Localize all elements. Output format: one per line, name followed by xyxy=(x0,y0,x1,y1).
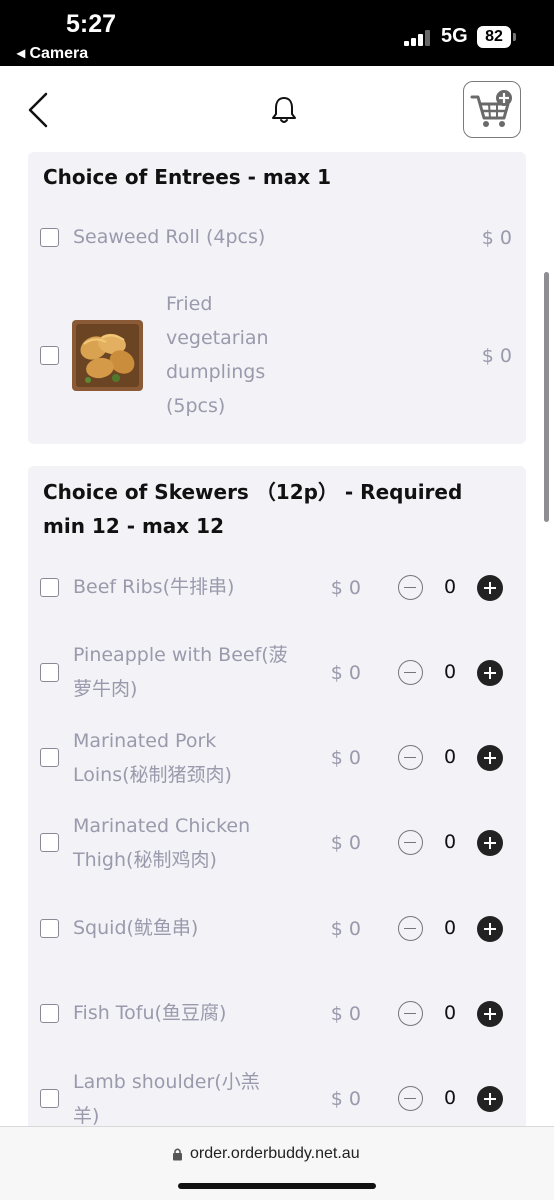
skewer-price: $ 0 xyxy=(330,1003,361,1025)
bell-icon xyxy=(272,97,296,123)
dumplings-image xyxy=(72,320,143,391)
increase-qty-button[interactable] xyxy=(477,660,503,686)
notifications-button[interactable] xyxy=(268,94,300,126)
item-name-line-2: vegetarian xyxy=(166,327,269,349)
back-button[interactable] xyxy=(22,90,56,130)
skewer-checkbox[interactable] xyxy=(40,748,59,767)
item-name-line-4: (5pcs) xyxy=(166,395,226,417)
entrees-title: Choice of Entrees - max 1 xyxy=(43,165,331,189)
skewer-row[interactable]: Squid(鱿鱼串) $ 0 0 xyxy=(28,911,526,947)
skewer-row[interactable]: Pineapple with Beef(菠 萝牛肉) $ 0 0 xyxy=(28,638,526,706)
chevron-left-icon xyxy=(28,92,48,128)
skewer-name: Beef Ribs(牛排串) xyxy=(73,576,235,598)
skewer-row[interactable]: Marinated Chicken Thigh(秘制鸡肉) $ 0 0 xyxy=(28,809,526,877)
status-bar: 5:27 ◂ Camera 5G 82 xyxy=(0,0,554,66)
skewer-qty: 0 xyxy=(443,661,457,683)
skewer-name-line-1: Lamb shoulder(小羔 xyxy=(73,1071,260,1093)
decrease-qty-button[interactable] xyxy=(398,830,423,855)
skewer-qty: 0 xyxy=(443,1002,457,1024)
item-name: Seaweed Roll (4pcs) xyxy=(73,226,266,248)
item-price: $ 0 xyxy=(481,227,512,249)
skewer-qty: 0 xyxy=(443,917,457,939)
decrease-qty-button[interactable] xyxy=(398,575,423,600)
status-time: 5:27 xyxy=(66,10,117,38)
url-text[interactable]: order.orderbuddy.net.au xyxy=(190,1145,360,1163)
cart-add-icon xyxy=(470,90,512,127)
skewer-price: $ 0 xyxy=(330,1088,361,1110)
skewers-title-line-1: Choice of Skewers （12p） - Required xyxy=(43,480,463,504)
skewer-row[interactable]: Fish Tofu(鱼豆腐) $ 0 0 xyxy=(28,996,526,1032)
seaweed-roll-checkbox[interactable] xyxy=(40,228,59,247)
increase-qty-button[interactable] xyxy=(477,745,503,771)
skewer-row[interactable]: Lamb shoulder(小羔 羊) $ 0 0 xyxy=(28,1065,526,1133)
skewer-price: $ 0 xyxy=(330,918,361,940)
item-price: $ 0 xyxy=(481,345,512,367)
skewer-name-line-1: Pineapple with Beef(菠 xyxy=(73,644,288,666)
skewer-checkbox[interactable] xyxy=(40,919,59,938)
page-scrollbar[interactable] xyxy=(544,272,549,522)
skewer-name: Squid(鱿鱼串) xyxy=(73,917,199,939)
cart-button[interactable] xyxy=(463,81,521,138)
decrease-qty-button[interactable] xyxy=(398,1086,423,1111)
battery-tip xyxy=(513,33,516,41)
browser-url-bar[interactable]: order.orderbuddy.net.au xyxy=(0,1126,554,1200)
entrees-card: Choice of Entrees - max 1 Seaweed Roll (… xyxy=(28,152,526,444)
skewer-checkbox[interactable] xyxy=(40,1004,59,1023)
skewer-checkbox[interactable] xyxy=(40,578,59,597)
skewer-qty: 0 xyxy=(443,576,457,598)
skewer-price: $ 0 xyxy=(330,832,361,854)
skewer-price: $ 0 xyxy=(330,747,361,769)
item-name-line-3: dumplings xyxy=(166,361,266,383)
battery-icon: 82 xyxy=(477,26,511,48)
skewers-title-line-2: min 12 - max 12 xyxy=(43,514,224,538)
skewer-checkbox[interactable] xyxy=(40,1089,59,1108)
entree-row-seaweed-roll[interactable]: Seaweed Roll (4pcs) $ 0 xyxy=(28,220,526,256)
increase-qty-button[interactable] xyxy=(477,1001,503,1027)
back-to-camera-link[interactable]: ◂ Camera xyxy=(17,43,88,63)
decrease-qty-button[interactable] xyxy=(398,1001,423,1026)
skewer-qty: 0 xyxy=(443,746,457,768)
decrease-qty-button[interactable] xyxy=(398,916,423,941)
skewer-name-line-1: Marinated Chicken xyxy=(73,815,251,837)
increase-qty-button[interactable] xyxy=(477,916,503,942)
decrease-qty-button[interactable] xyxy=(398,660,423,685)
entree-row-fried-dumplings[interactable]: Fried vegetarian dumplings (5pcs) $ 0 xyxy=(28,287,526,425)
skewer-checkbox[interactable] xyxy=(40,833,59,852)
home-indicator[interactable] xyxy=(178,1183,376,1189)
skewer-name-line-2: Thigh(秘制鸡肉) xyxy=(73,849,217,871)
decrease-qty-button[interactable] xyxy=(398,745,423,770)
cellular-signal-icon xyxy=(404,30,432,46)
item-name-line-1: Fried xyxy=(166,293,213,315)
skewer-price: $ 0 xyxy=(330,662,361,684)
skewer-name-line-2: 萝牛肉) xyxy=(73,678,138,700)
lock-icon xyxy=(173,1148,182,1161)
skewer-price: $ 0 xyxy=(330,577,361,599)
network-type: 5G xyxy=(441,25,468,47)
skewer-name-line-1: Marinated Pork xyxy=(73,730,217,752)
skewer-row[interactable]: Marinated Pork Loins(秘制猪颈肉) $ 0 0 xyxy=(28,724,526,792)
skewers-card: Choice of Skewers （12p） - Required min 1… xyxy=(28,466,526,1146)
dumplings-checkbox[interactable] xyxy=(40,346,59,365)
skewer-name: Fish Tofu(鱼豆腐) xyxy=(73,1002,227,1024)
skewer-checkbox[interactable] xyxy=(40,663,59,682)
skewer-qty: 0 xyxy=(443,831,457,853)
increase-qty-button[interactable] xyxy=(477,1086,503,1112)
skewer-name-line-2: Loins(秘制猪颈肉) xyxy=(73,764,232,786)
increase-qty-button[interactable] xyxy=(477,830,503,856)
header xyxy=(0,66,554,152)
increase-qty-button[interactable] xyxy=(477,575,503,601)
skewer-qty: 0 xyxy=(443,1087,457,1109)
